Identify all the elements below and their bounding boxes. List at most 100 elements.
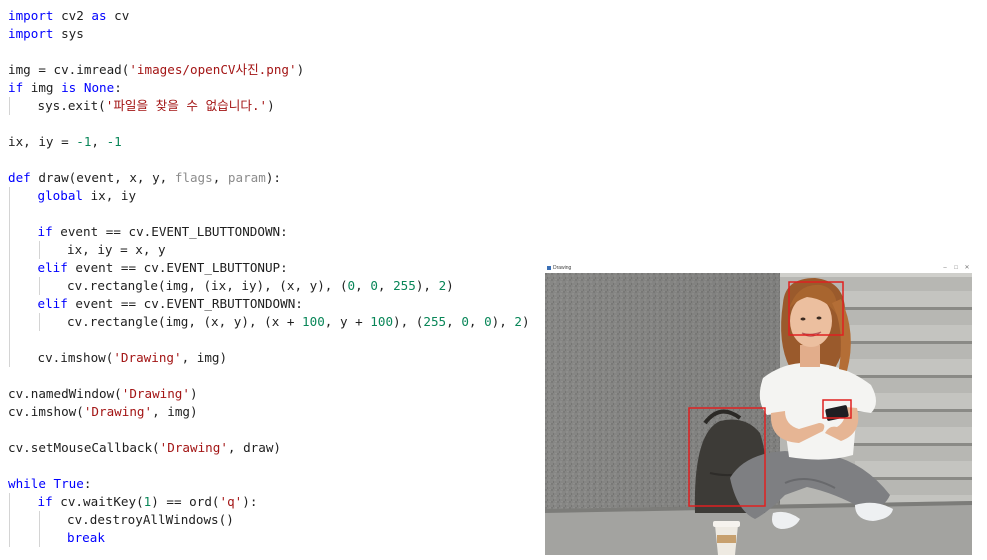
code-line[interactable]: sys.exit('파일을 찾을 수 없습니다.') bbox=[8, 97, 538, 115]
code-line[interactable]: cv.destroyAllWindows() bbox=[8, 511, 538, 529]
code-line[interactable]: def draw(event, x, y, flags, param): bbox=[8, 169, 538, 187]
drawing-window[interactable]: Drawing – □ ✕ bbox=[545, 264, 972, 555]
code-line[interactable]: break bbox=[8, 529, 538, 547]
code-token: 0 bbox=[461, 314, 469, 329]
code-token: flags bbox=[174, 170, 213, 185]
indent-guide bbox=[9, 187, 10, 205]
indent-guide bbox=[38, 277, 40, 295]
code-line-content: import sys bbox=[8, 25, 84, 43]
indent-guide bbox=[9, 331, 10, 349]
code-editor[interactable]: import cv2 as cv import sys img = cv.imrea… bbox=[8, 7, 538, 547]
code-line[interactable]: cv.imshow('Drawing', img) bbox=[8, 349, 538, 367]
code-token: import bbox=[8, 8, 54, 23]
code-token: ix, iy = bbox=[8, 134, 77, 149]
code-line[interactable]: cv.rectangle(img, (ix, iy), (x, y), (0, … bbox=[8, 277, 538, 295]
code-token: if bbox=[8, 80, 24, 95]
code-line-content: import cv2 as cv bbox=[8, 7, 129, 25]
code-line[interactable]: while True: bbox=[8, 475, 538, 493]
code-token: event == cv.EVENT_RBUTTONDOWN: bbox=[67, 296, 303, 311]
maximize-icon[interactable]: □ bbox=[951, 264, 961, 273]
code-token: while bbox=[8, 476, 46, 491]
code-token: elif bbox=[37, 260, 68, 275]
code-token: cv.rectangle(img, (x, y), (x + bbox=[67, 314, 303, 329]
code-line-content: cv.destroyAllWindows() bbox=[67, 511, 234, 529]
code-token: ) bbox=[296, 62, 305, 77]
code-token: , bbox=[355, 278, 371, 293]
code-token: ix, iy bbox=[83, 188, 137, 203]
code-token: 100 bbox=[302, 314, 325, 329]
code-token: ), ( bbox=[393, 314, 424, 329]
code-line[interactable]: cv.imshow('Drawing', img) bbox=[8, 403, 538, 421]
code-line[interactable] bbox=[8, 205, 538, 223]
code-token: , bbox=[446, 314, 462, 329]
code-token: 'Drawing' bbox=[121, 386, 190, 401]
code-line[interactable]: cv.setMouseCallback('Drawing', draw) bbox=[8, 439, 538, 457]
code-line[interactable]: cv.namedWindow('Drawing') bbox=[8, 385, 538, 403]
indent-guide bbox=[9, 295, 10, 313]
close-icon[interactable]: ✕ bbox=[962, 264, 972, 273]
code-line-content: ix, iy = -1, -1 bbox=[8, 133, 122, 151]
indent-guide bbox=[38, 511, 40, 529]
code-token: cv.destroyAllWindows() bbox=[67, 512, 234, 527]
code-token: def bbox=[8, 170, 31, 185]
code-token: 0 bbox=[484, 314, 492, 329]
indent-guide bbox=[38, 313, 40, 331]
code-line[interactable]: import cv2 as cv bbox=[8, 7, 538, 25]
code-line-content: cv.rectangle(img, (x, y), (x + 100, y + … bbox=[67, 313, 530, 331]
code-line-content: def draw(event, x, y, flags, param): bbox=[8, 169, 281, 187]
code-line[interactable]: if event == cv.EVENT_LBUTTONDOWN: bbox=[8, 223, 538, 241]
code-token: 'Drawing' bbox=[113, 350, 182, 365]
code-token: -1 bbox=[106, 134, 122, 149]
code-token: ix, iy = x, y bbox=[67, 242, 166, 257]
window-titlebar[interactable]: Drawing – □ ✕ bbox=[545, 264, 972, 273]
minimize-icon[interactable]: – bbox=[940, 264, 950, 273]
code-line[interactable]: img = cv.imread('images/openCV사진.png') bbox=[8, 61, 538, 79]
code-line[interactable]: elif event == cv.EVENT_RBUTTONDOWN: bbox=[8, 295, 538, 313]
code-token: 100 bbox=[370, 314, 394, 329]
code-line[interactable] bbox=[8, 421, 538, 439]
code-token: : bbox=[114, 80, 122, 95]
code-line[interactable] bbox=[8, 331, 538, 349]
code-token: ) bbox=[267, 98, 275, 113]
code-token: , y + bbox=[324, 314, 371, 329]
code-line[interactable] bbox=[8, 115, 538, 133]
code-line-content: elif event == cv.EVENT_RBUTTONDOWN: bbox=[38, 295, 303, 313]
code-token: cv.waitKey( bbox=[52, 494, 144, 509]
code-line[interactable]: import sys bbox=[8, 25, 538, 43]
code-token: ) == ord( bbox=[151, 494, 220, 509]
indent-guide bbox=[9, 277, 10, 295]
indent-guide bbox=[38, 241, 40, 259]
indent-guide bbox=[9, 223, 10, 241]
code-line[interactable] bbox=[8, 151, 538, 169]
indent-guide bbox=[9, 493, 10, 511]
window-title: Drawing bbox=[553, 265, 572, 271]
code-token: as bbox=[91, 8, 107, 23]
code-line[interactable]: global ix, iy bbox=[8, 187, 538, 205]
code-line[interactable] bbox=[8, 457, 538, 475]
code-line[interactable]: cv.rectangle(img, (x, y), (x + 100, y + … bbox=[8, 313, 538, 331]
code-token: ): bbox=[265, 170, 281, 185]
code-token: ), bbox=[491, 314, 515, 329]
code-token: , bbox=[212, 170, 228, 185]
code-token: 2 bbox=[514, 314, 523, 329]
code-line[interactable]: if cv.waitKey(1) == ord('q'): bbox=[8, 493, 538, 511]
code-token: ), bbox=[415, 278, 439, 293]
code-line[interactable]: ix, iy = -1, -1 bbox=[8, 133, 538, 151]
code-line-content: cv.rectangle(img, (ix, iy), (x, y), (0, … bbox=[67, 277, 454, 295]
code-line[interactable] bbox=[8, 43, 538, 61]
code-line-content: if event == cv.EVENT_LBUTTONDOWN: bbox=[38, 223, 288, 241]
photo-canvas[interactable] bbox=[545, 273, 972, 555]
code-token: '파일을 찾을 수 없습니다.' bbox=[105, 98, 268, 113]
code-line[interactable]: ix, iy = x, y bbox=[8, 241, 538, 259]
code-line[interactable]: elif event == cv.EVENT_LBUTTONUP: bbox=[8, 259, 538, 277]
code-token: draw(event, x, y, bbox=[30, 170, 175, 185]
code-line-content: ix, iy = x, y bbox=[67, 241, 166, 259]
code-token: , img) bbox=[152, 404, 198, 419]
indent-guide bbox=[9, 259, 10, 277]
code-line[interactable]: if img is None: bbox=[8, 79, 538, 97]
code-token: 255 bbox=[423, 314, 447, 329]
code-token: global bbox=[37, 188, 84, 203]
code-line[interactable] bbox=[8, 367, 538, 385]
